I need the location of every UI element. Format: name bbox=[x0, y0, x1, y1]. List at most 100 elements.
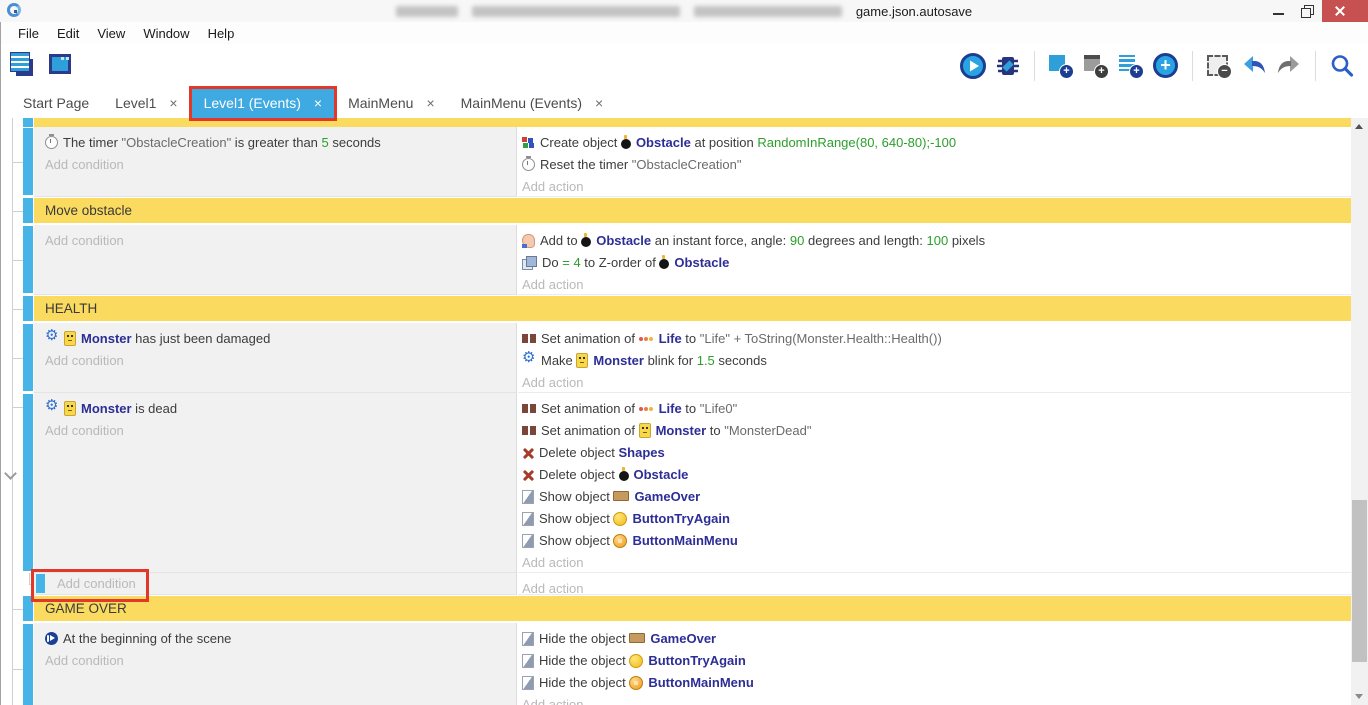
event-group-health[interactable]: HEALTH bbox=[0, 295, 1351, 323]
conditions-column[interactable]: Add condition bbox=[34, 573, 517, 595]
event-selection-bar[interactable] bbox=[23, 296, 33, 321]
restore-button[interactable] bbox=[1293, 0, 1322, 22]
event-row[interactable]: At the beginning of the sceneAdd conditi… bbox=[0, 623, 1351, 705]
event-selection-bar[interactable] bbox=[23, 118, 33, 127]
scroll-up-arrow-icon[interactable] bbox=[1351, 118, 1368, 135]
close-button[interactable] bbox=[1322, 0, 1368, 22]
action-line[interactable]: Create object Obstacle at position Rando… bbox=[522, 132, 1351, 154]
conditions-column[interactable]: At the beginning of the sceneAdd conditi… bbox=[34, 623, 517, 705]
add-comment-icon[interactable] bbox=[1117, 52, 1145, 80]
actions-column[interactable]: Set animation of Life to "Life0"Set anim… bbox=[518, 393, 1351, 573]
subevent-marker[interactable] bbox=[36, 574, 45, 593]
event-selection-bar[interactable] bbox=[23, 128, 33, 195]
event-row[interactable]: Monster has just been damagedAdd conditi… bbox=[0, 323, 1351, 393]
actions-column[interactable]: Create object Obstacle at position Rando… bbox=[518, 127, 1351, 197]
add-action-button[interactable]: Add action bbox=[522, 274, 1351, 296]
event-group-partial[interactable] bbox=[0, 118, 1351, 127]
action-line[interactable]: Make Monster blink for 1.5 seconds bbox=[522, 350, 1351, 372]
tab-mainmenu-events[interactable]: MainMenu (Events)× bbox=[448, 88, 617, 118]
preview-play-icon[interactable] bbox=[959, 52, 987, 80]
debugger-bug-icon[interactable] bbox=[994, 52, 1022, 80]
action-line[interactable]: Hide the object GameOver bbox=[522, 628, 1351, 650]
tab-start-page[interactable]: Start Page bbox=[10, 88, 102, 118]
remove-event-icon[interactable] bbox=[1205, 52, 1233, 80]
action-line[interactable]: Set animation of Life to "Life0" bbox=[522, 398, 1351, 420]
tab-level1-events[interactable]: Level1 (Events)× bbox=[191, 88, 335, 118]
add-subevent-icon[interactable] bbox=[1082, 52, 1110, 80]
tab-level1[interactable]: Level1× bbox=[102, 88, 190, 118]
add-action-button[interactable]: Add action bbox=[522, 552, 1351, 574]
event-selection-bar[interactable] bbox=[23, 324, 33, 391]
group-bar[interactable]: Move obstacle bbox=[34, 198, 1351, 223]
actions-column[interactable]: Hide the object GameOverHide the object … bbox=[518, 623, 1351, 705]
event-group-game-over[interactable]: GAME OVER bbox=[0, 595, 1351, 623]
menu-window[interactable]: Window bbox=[134, 26, 198, 41]
action-line[interactable]: Set animation of Monster to "MonsterDead… bbox=[522, 420, 1351, 442]
minimize-button[interactable] bbox=[1264, 0, 1293, 22]
add-condition-button[interactable]: Add condition bbox=[45, 154, 516, 176]
group-bar[interactable]: HEALTH bbox=[34, 296, 1351, 321]
menu-file[interactable]: File bbox=[9, 26, 48, 41]
conditions-column[interactable]: Monster is deadAdd condition bbox=[34, 393, 517, 573]
action-line[interactable]: Show object GameOver bbox=[522, 486, 1351, 508]
conditions-column[interactable]: Monster has just been damagedAdd conditi… bbox=[34, 323, 517, 393]
add-event-icon[interactable] bbox=[1047, 52, 1075, 80]
action-line[interactable]: Add to Obstacle an instant force, angle:… bbox=[522, 230, 1351, 252]
tab-close-icon[interactable]: × bbox=[314, 95, 322, 111]
vertical-scrollbar[interactable] bbox=[1351, 118, 1368, 705]
add-condition-button[interactable]: Add condition bbox=[45, 420, 516, 442]
subevent-row[interactable]: Add conditionAdd action bbox=[0, 573, 1351, 595]
actions-column[interactable]: Add action bbox=[518, 573, 1351, 595]
tab-close-icon[interactable]: × bbox=[426, 95, 434, 111]
tab-close-icon[interactable]: × bbox=[595, 95, 603, 111]
event-group-move-obstacle[interactable]: Move obstacle bbox=[0, 197, 1351, 225]
condition-line[interactable]: The timer "ObstacleCreation" is greater … bbox=[45, 132, 516, 154]
condition-line[interactable]: Monster has just been damaged bbox=[45, 328, 516, 350]
add-condition-button[interactable]: Add condition bbox=[45, 650, 516, 672]
action-line[interactable]: Delete object Shapes bbox=[522, 442, 1351, 464]
add-action-button[interactable]: Add action bbox=[522, 176, 1351, 198]
menu-view[interactable]: View bbox=[88, 26, 134, 41]
conditions-column[interactable]: Add condition bbox=[34, 225, 517, 295]
event-selection-bar[interactable] bbox=[23, 198, 33, 223]
add-action-button[interactable]: Add action bbox=[522, 372, 1351, 394]
action-line[interactable]: Hide the object ButtonTryAgain bbox=[522, 650, 1351, 672]
event-selection-bar[interactable] bbox=[23, 394, 33, 571]
add-condition-button[interactable]: Add condition bbox=[57, 573, 516, 595]
start-page-icon[interactable] bbox=[47, 51, 75, 79]
action-line[interactable]: Show object ButtonTryAgain bbox=[522, 508, 1351, 530]
action-line[interactable]: Do = 4 to Z-order of Obstacle bbox=[522, 252, 1351, 274]
action-line[interactable]: Delete object Obstacle bbox=[522, 464, 1351, 486]
project-manager-icon[interactable] bbox=[9, 51, 37, 79]
actions-column[interactable]: Add to Obstacle an instant force, angle:… bbox=[518, 225, 1351, 295]
search-icon[interactable] bbox=[1328, 52, 1356, 80]
event-row[interactable]: Monster is deadAdd conditionSet animatio… bbox=[0, 393, 1351, 573]
menu-help[interactable]: Help bbox=[199, 26, 244, 41]
condition-line[interactable]: Monster is dead bbox=[45, 398, 516, 420]
menu-edit[interactable]: Edit bbox=[48, 26, 88, 41]
group-bar[interactable]: GAME OVER bbox=[34, 596, 1351, 621]
event-selection-bar[interactable] bbox=[23, 596, 33, 621]
action-line[interactable]: Set animation of Life to "Life" + ToStri… bbox=[522, 328, 1351, 350]
tab-mainmenu[interactable]: MainMenu× bbox=[335, 88, 448, 118]
action-line[interactable]: Hide the object ButtonMainMenu bbox=[522, 672, 1351, 694]
add-circle-icon[interactable] bbox=[1152, 52, 1180, 80]
action-line[interactable]: Show object ButtonMainMenu bbox=[522, 530, 1351, 552]
add-condition-button[interactable]: Add condition bbox=[45, 350, 516, 372]
conditions-column[interactable]: The timer "ObstacleCreation" is greater … bbox=[34, 127, 517, 197]
tab-close-icon[interactable]: × bbox=[169, 95, 177, 111]
redo-icon[interactable] bbox=[1275, 52, 1303, 80]
action-line[interactable]: Reset the timer "ObstacleCreation" bbox=[522, 154, 1351, 176]
actions-column[interactable]: Set animation of Life to "Life" + ToStri… bbox=[518, 323, 1351, 393]
event-row[interactable]: Add condition Add to Obstacle an instant … bbox=[0, 225, 1351, 295]
event-selection-bar[interactable] bbox=[23, 624, 33, 705]
scrollbar-thumb[interactable] bbox=[1352, 500, 1367, 662]
group-bar[interactable] bbox=[34, 118, 1351, 127]
condition-line[interactable]: At the beginning of the scene bbox=[45, 628, 516, 650]
add-condition-button[interactable]: Add condition bbox=[45, 230, 516, 252]
undo-icon[interactable] bbox=[1240, 52, 1268, 80]
collapse-chevron-icon[interactable] bbox=[4, 467, 17, 480]
add-action-button[interactable]: Add action bbox=[522, 694, 1351, 705]
event-row[interactable]: The timer "ObstacleCreation" is greater … bbox=[0, 127, 1351, 197]
scroll-down-arrow-icon[interactable] bbox=[1351, 688, 1368, 705]
